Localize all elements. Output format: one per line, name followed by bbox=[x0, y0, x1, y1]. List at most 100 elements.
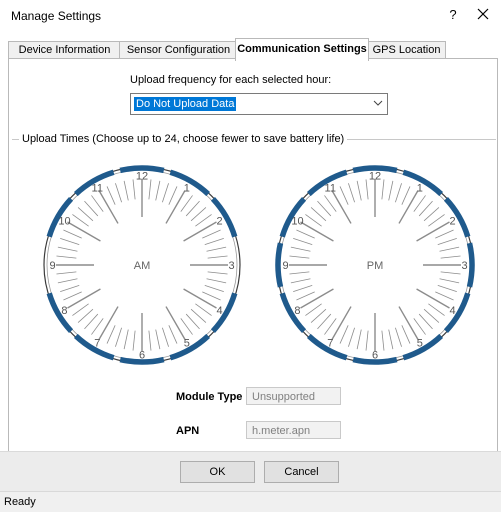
minute-tick bbox=[437, 285, 457, 292]
hour-tick bbox=[98, 190, 119, 224]
minute-tick bbox=[106, 325, 116, 344]
minute-tick bbox=[428, 303, 445, 316]
hour-tick bbox=[416, 221, 450, 242]
minute-tick bbox=[293, 285, 313, 292]
hour-number: 12 bbox=[369, 171, 381, 183]
minute-tick bbox=[310, 308, 327, 323]
minute-tick bbox=[296, 291, 315, 301]
minute-tick bbox=[132, 330, 136, 351]
hour-number: 1 bbox=[417, 182, 423, 194]
minute-tick bbox=[202, 291, 221, 301]
hour-number: 7 bbox=[94, 338, 100, 350]
window-title: Manage Settings bbox=[11, 9, 102, 23]
upload-times-label: Upload Times (Choose up to 24, choose fe… bbox=[19, 133, 348, 145]
hour-number: 3 bbox=[228, 260, 234, 272]
minute-tick bbox=[63, 229, 82, 239]
title-bar: Manage Settings ? bbox=[0, 0, 501, 31]
minute-tick bbox=[180, 195, 193, 212]
minute-tick bbox=[395, 183, 402, 203]
minute-tick bbox=[162, 327, 169, 347]
minute-tick bbox=[339, 186, 349, 205]
hour-tick bbox=[67, 288, 101, 309]
hour-segment[interactable] bbox=[46, 292, 74, 334]
button-bar: OK Cancel bbox=[0, 451, 501, 492]
hour-segment[interactable] bbox=[279, 292, 307, 334]
hour-number: 11 bbox=[325, 182, 336, 194]
minute-tick bbox=[56, 271, 77, 275]
minute-tick bbox=[289, 255, 310, 259]
minute-tick bbox=[290, 278, 311, 284]
tab-communication-settings[interactable]: Communication Settings bbox=[235, 38, 369, 61]
ok-button[interactable]: OK bbox=[180, 461, 255, 483]
minute-tick bbox=[56, 255, 77, 259]
upload-frequency-select[interactable]: Do Not Upload Data bbox=[130, 93, 388, 115]
minute-tick bbox=[401, 186, 411, 205]
minute-tick bbox=[60, 238, 80, 245]
hour-tick bbox=[67, 221, 101, 242]
minute-tick bbox=[290, 246, 311, 252]
minute-tick bbox=[155, 329, 161, 350]
minute-tick bbox=[72, 214, 89, 227]
status-bar: Ready bbox=[0, 491, 501, 512]
minute-tick bbox=[401, 325, 411, 344]
minute-tick bbox=[207, 255, 228, 259]
minute-tick bbox=[439, 278, 460, 284]
minute-tick bbox=[57, 246, 78, 252]
help-button[interactable]: ? bbox=[446, 7, 460, 22]
minute-tick bbox=[305, 303, 322, 316]
minute-tick bbox=[190, 308, 207, 323]
am-clock[interactable]: 121234567891011AM bbox=[40, 163, 244, 367]
minute-tick bbox=[423, 308, 440, 323]
minute-tick bbox=[115, 183, 122, 203]
hour-segment[interactable] bbox=[275, 242, 284, 288]
minute-tick bbox=[339, 325, 349, 344]
hour-segment[interactable] bbox=[45, 243, 47, 287]
minute-tick bbox=[296, 229, 315, 239]
tab-strip: Device Information Sensor Configuration … bbox=[8, 37, 498, 61]
minute-tick bbox=[84, 313, 99, 330]
hour-number: 1 bbox=[184, 182, 190, 194]
apn-label: APN bbox=[176, 425, 200, 437]
minute-tick bbox=[388, 329, 394, 350]
minute-tick bbox=[132, 179, 136, 200]
close-icon[interactable] bbox=[474, 5, 492, 23]
minute-tick bbox=[440, 271, 461, 275]
clock-center-label: PM bbox=[367, 260, 384, 272]
minute-tick bbox=[439, 246, 460, 252]
tab-label: Communication Settings bbox=[237, 43, 367, 55]
tab-label: Device Information bbox=[18, 44, 111, 56]
hour-tick bbox=[331, 190, 352, 224]
hour-number: 8 bbox=[294, 305, 300, 317]
minute-tick bbox=[381, 179, 385, 200]
pm-clock[interactable]: 121234567891011PM bbox=[273, 163, 477, 367]
minute-tick bbox=[206, 278, 227, 284]
hour-tick bbox=[183, 288, 217, 309]
minute-tick bbox=[317, 313, 332, 330]
hour-tick bbox=[165, 190, 186, 224]
minute-tick bbox=[195, 303, 212, 316]
minute-tick bbox=[84, 200, 99, 217]
hour-number: 6 bbox=[139, 350, 145, 362]
minute-tick bbox=[168, 186, 178, 205]
minute-tick bbox=[413, 195, 426, 212]
apn-field: h.meter.apn bbox=[246, 421, 341, 439]
minute-tick bbox=[77, 207, 94, 222]
hour-tick bbox=[416, 288, 450, 309]
minute-tick bbox=[106, 186, 116, 205]
hour-number: 4 bbox=[449, 305, 455, 317]
minute-tick bbox=[204, 285, 224, 292]
upload-frequency-label: Upload frequency for each selected hour: bbox=[130, 74, 332, 86]
module-type-label: Module Type bbox=[176, 391, 243, 403]
minute-tick bbox=[195, 214, 212, 227]
minute-tick bbox=[324, 318, 337, 335]
hour-segment[interactable] bbox=[237, 243, 239, 287]
minute-tick bbox=[91, 195, 104, 212]
minute-tick bbox=[317, 200, 332, 217]
cancel-button[interactable]: Cancel bbox=[264, 461, 339, 483]
minute-tick bbox=[348, 183, 355, 203]
hour-segment[interactable] bbox=[466, 242, 475, 288]
minute-tick bbox=[348, 327, 355, 347]
hour-tick bbox=[398, 190, 419, 224]
minute-tick bbox=[310, 207, 327, 222]
clock-center-label: AM bbox=[134, 260, 151, 272]
